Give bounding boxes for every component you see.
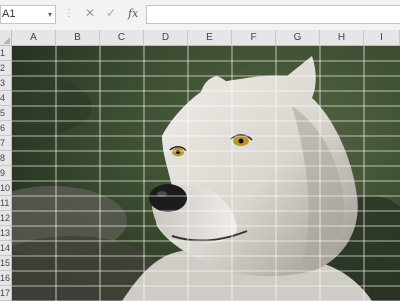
- row-header-4[interactable]: 4: [0, 91, 12, 106]
- column-header-f[interactable]: F: [232, 30, 276, 46]
- name-box[interactable]: A1 ▾: [0, 5, 56, 24]
- column-header-g[interactable]: G: [276, 30, 320, 46]
- name-box-value: A1: [2, 8, 16, 20]
- column-header-d[interactable]: D: [144, 30, 188, 46]
- row-header-14[interactable]: 14: [0, 241, 12, 256]
- wolf-image: [12, 46, 400, 301]
- column-header-e[interactable]: E: [188, 30, 232, 46]
- row-header-12[interactable]: 12: [0, 211, 12, 226]
- row-header-15[interactable]: 15: [0, 256, 12, 271]
- select-all-button[interactable]: [0, 30, 12, 46]
- enter-icon[interactable]: ✓: [106, 6, 116, 20]
- cancel-icon[interactable]: ✕: [85, 6, 95, 20]
- row-header-17[interactable]: 17: [0, 286, 12, 301]
- row-header-6[interactable]: 6: [0, 121, 12, 136]
- row-header-9[interactable]: 9: [0, 166, 12, 181]
- chevron-down-icon[interactable]: ▾: [48, 6, 52, 23]
- row-header-8[interactable]: 8: [0, 151, 12, 166]
- row-header-16[interactable]: 16: [0, 271, 12, 286]
- select-all-icon: [3, 37, 10, 44]
- column-header-b[interactable]: B: [56, 30, 100, 46]
- row-header-1[interactable]: 1: [0, 46, 12, 61]
- row-header-11[interactable]: 11: [0, 196, 12, 211]
- drag-handle-icon[interactable]: ⋮: [64, 8, 74, 19]
- insert-function-icon[interactable]: fx: [128, 7, 138, 20]
- row-header-3[interactable]: 3: [0, 76, 12, 91]
- column-header-i[interactable]: I: [364, 30, 400, 46]
- row-header-2[interactable]: 2: [0, 61, 12, 76]
- column-header-c[interactable]: C: [100, 30, 144, 46]
- formula-input[interactable]: [146, 5, 400, 24]
- wolf-photo: [12, 46, 400, 301]
- row-header-5[interactable]: 5: [0, 106, 12, 121]
- formula-bar: A1 ▾ ⋮ ✕ ✓ fx: [0, 0, 400, 30]
- column-header-h[interactable]: H: [320, 30, 364, 46]
- row-header-13[interactable]: 13: [0, 226, 12, 241]
- row-header-10[interactable]: 10: [0, 181, 12, 196]
- column-header-a[interactable]: A: [12, 30, 56, 46]
- row-header-7[interactable]: 7: [0, 136, 12, 151]
